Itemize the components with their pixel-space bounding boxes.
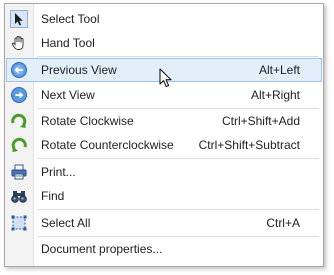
select-all-icon: [10, 214, 28, 232]
menu-separator: [37, 56, 319, 57]
menu-item-label: Rotate Counterclockwise: [41, 138, 174, 152]
menu-item-label: Next View: [41, 88, 95, 102]
menu-item-label: Select Tool: [41, 12, 100, 26]
printer-icon: [10, 163, 28, 181]
menu-item-label: Document properties...: [41, 242, 163, 256]
menu-item-shortcut: Alt+Left: [258, 63, 300, 77]
menu-item-shortcut: Ctrl+Shift+Subtract: [198, 138, 300, 152]
menu-item-print[interactable]: Print...: [6, 160, 322, 184]
menu-item-find[interactable]: Find: [6, 184, 322, 208]
menu-item-label: Rotate Clockwise: [41, 114, 134, 128]
menu-separator: [37, 158, 319, 159]
menu-item-select-all[interactable]: Select All Ctrl+A: [6, 211, 322, 235]
menu-item-label: Select All: [41, 216, 91, 230]
menu-item-rotate-counterclockwise[interactable]: Rotate Counterclockwise Ctrl+Shift+Subtr…: [6, 133, 322, 157]
menu-item-label: Print...: [41, 165, 76, 179]
menu-item-shortcut: Alt+Right: [250, 88, 300, 102]
menu-item-label: Find: [41, 189, 65, 203]
menu-item-label: Hand Tool: [41, 36, 95, 50]
menu-item-hand-tool[interactable]: Hand Tool: [6, 31, 322, 55]
next-view-icon: [10, 86, 28, 104]
binoculars-icon: [10, 187, 28, 205]
context-menu: Select Tool Hand Tool Previous View Alt+…: [4, 3, 324, 267]
menu-item-shortcut: Ctrl+A: [266, 216, 300, 230]
previous-view-icon: [10, 61, 28, 79]
menu-item-document-properties[interactable]: Document properties...: [6, 237, 322, 261]
menu-separator: [37, 209, 319, 210]
mouse-pointer-icon: [159, 68, 173, 88]
arrow-pointer-icon: [10, 10, 28, 28]
rotate-clockwise-icon: [10, 112, 28, 130]
menu-item-select-tool[interactable]: Select Tool: [6, 7, 322, 31]
menu-item-shortcut: Ctrl+Shift+Add: [221, 114, 300, 128]
menu-item-rotate-clockwise[interactable]: Rotate Clockwise Ctrl+Shift+Add: [6, 109, 322, 133]
rotate-counterclockwise-icon: [10, 136, 28, 154]
menu-item-label: Previous View: [41, 63, 117, 77]
hand-icon: [10, 34, 28, 52]
